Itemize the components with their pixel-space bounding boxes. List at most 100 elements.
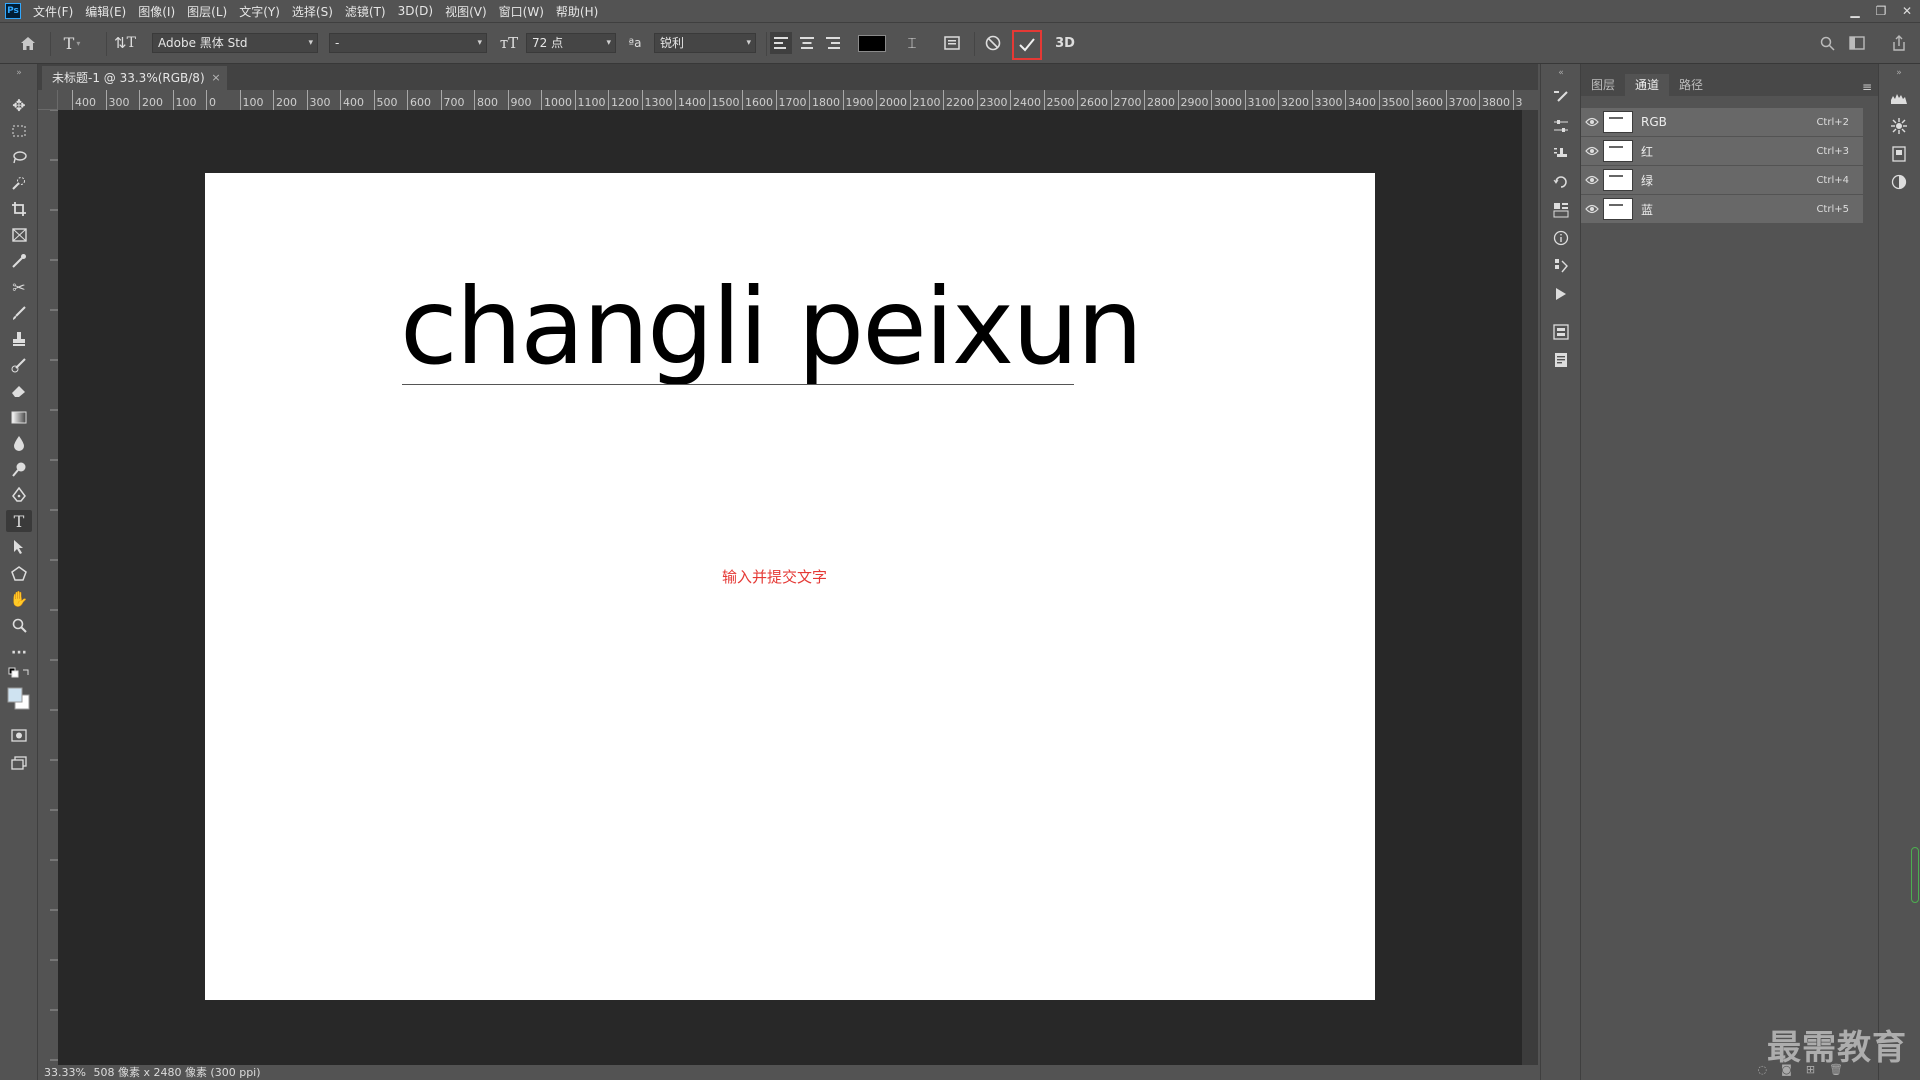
default-colors-icon[interactable] [6,666,32,680]
channel-row-green[interactable]: 绿 Ctrl+4 [1581,166,1863,194]
ruler-origin[interactable] [38,90,58,110]
tab-channels[interactable]: 通道 [1625,74,1670,96]
clone-source-icon[interactable] [1550,144,1572,164]
menu-view[interactable]: 视图(V) [439,3,493,20]
notes-icon[interactable] [1550,350,1572,370]
menu-filter[interactable]: 滤镜(T) [339,3,392,20]
3d-button[interactable]: 3D [1052,32,1078,54]
visibility-eye-icon[interactable] [1581,175,1603,185]
gradient-tool-icon[interactable] [6,406,32,428]
align-right-icon[interactable] [822,32,844,54]
close-tab-icon[interactable]: × [211,66,220,90]
channel-row-rgb[interactable]: RGB Ctrl+2 [1581,108,1863,136]
zoom-level[interactable]: 33.33% [44,1066,86,1079]
load-selection-icon[interactable]: ◌ [1758,1063,1768,1076]
text-color-swatch[interactable] [858,35,886,52]
info-icon[interactable] [1550,228,1572,248]
close-icon[interactable]: ✕ [1894,0,1920,22]
menu-window[interactable]: 窗口(W) [493,3,550,20]
cancel-icon[interactable] [980,32,1006,54]
visibility-eye-icon[interactable] [1581,146,1603,156]
history-icon[interactable] [1550,172,1572,192]
navigator-icon[interactable] [1888,116,1910,136]
tab-paths[interactable]: 路径 [1669,74,1713,96]
actions-play-icon[interactable] [1550,284,1572,304]
document-size[interactable]: 508 像素 x 2480 像素 (300 ppi) [93,1066,260,1079]
channel-row-red[interactable]: 红 Ctrl+3 [1581,137,1863,165]
collapse-icon[interactable]: « [1550,68,1572,78]
pen-tool-icon[interactable] [6,484,32,506]
menu-image[interactable]: 图像(I) [132,3,181,20]
align-center-icon[interactable] [796,32,818,54]
text-layer-content[interactable]: changli peixun [400,275,1143,380]
histogram-icon[interactable] [1888,88,1910,108]
home-icon[interactable] [16,32,40,54]
blur-tool-icon[interactable] [6,432,32,454]
lasso-tool-icon[interactable] [6,146,32,168]
commit-checkmark-button[interactable] [1012,30,1042,60]
align-left-icon[interactable] [770,32,792,54]
more-tools-icon[interactable]: ··· [6,642,32,664]
shape-tool-icon[interactable] [6,562,32,584]
properties-icon[interactable] [1550,200,1572,220]
clone-stamp-tool-icon[interactable] [6,328,32,350]
move-tool-icon[interactable]: ✥ [6,94,32,116]
zoom-tool-icon[interactable] [6,614,32,636]
crop-tool-icon[interactable] [6,198,32,220]
channel-row-blue[interactable]: 蓝 Ctrl+5 [1581,195,1863,223]
adjustments-icon[interactable] [1550,116,1572,136]
brush-settings-icon[interactable] [1550,88,1572,108]
type-tool-preset-icon[interactable]: T ▾ [58,32,86,54]
quick-mask-icon[interactable] [6,724,32,746]
eyedropper-tool-icon[interactable] [6,250,32,272]
vertical-scrollbar[interactable] [1522,110,1538,1065]
history-brush-tool-icon[interactable] [6,354,32,376]
menu-help[interactable]: 帮助(H) [550,3,604,20]
libraries-icon[interactable] [1550,322,1572,342]
foreground-background-colors[interactable] [6,684,32,714]
antialias-select[interactable]: 锐利 ▾ [654,33,756,53]
marquee-tool-icon[interactable] [6,120,32,142]
menu-3d[interactable]: 3D(D) [392,4,439,18]
healing-brush-tool-icon[interactable]: ✂ [6,276,32,298]
menu-layer[interactable]: 图层(L) [181,3,233,20]
visibility-eye-icon[interactable] [1581,204,1603,214]
text-orientation-icon[interactable]: ⇅ T [112,32,138,54]
path-selection-tool-icon[interactable] [6,536,32,558]
screen-mode-icon[interactable] [6,752,32,774]
panel-menu-icon[interactable]: ≡ [1862,80,1872,94]
swatches-icon[interactable] [1550,256,1572,276]
scroll-indicator[interactable] [1911,847,1919,903]
hand-tool-icon[interactable]: ✋ [6,588,32,610]
share-icon[interactable] [1888,32,1910,54]
menu-edit[interactable]: 编辑(E) [79,3,132,20]
menu-type[interactable]: 文字(Y) [233,3,286,20]
brush-tool-icon[interactable] [6,302,32,324]
workspace-icon[interactable] [1846,32,1868,54]
document-tab[interactable]: 未标题-1 @ 33.3%(RGB/8) × [42,66,227,90]
type-tool-icon[interactable]: T [6,510,32,532]
minimize-icon[interactable]: ▁ [1842,0,1868,22]
layer-comps-icon[interactable] [1888,144,1910,164]
restore-icon[interactable]: ❐ [1868,0,1894,22]
font-size-icon: ᴛT [499,34,519,52]
warp-text-icon[interactable]: ⌶ [900,32,924,54]
quick-selection-tool-icon[interactable] [6,172,32,194]
dodge-tool-icon[interactable] [6,458,32,480]
tab-layers[interactable]: 图层 [1581,74,1625,96]
canvas-area[interactable]: changli peixun 输入并提交文字 [58,110,1522,1065]
menu-select[interactable]: 选择(S) [286,3,339,20]
character-panel-icon[interactable] [940,32,964,54]
font-size-select[interactable]: 72 点 ▾ [526,33,616,53]
eraser-tool-icon[interactable] [6,380,32,402]
search-icon[interactable] [1816,32,1838,54]
document-canvas[interactable]: changli peixun 输入并提交文字 [205,173,1375,1000]
frame-tool-icon[interactable] [6,224,32,246]
visibility-eye-icon[interactable] [1581,117,1603,127]
color-icon[interactable] [1888,172,1910,192]
collapse-toolbar-icon[interactable]: » [6,68,32,78]
font-style-select[interactable]: - ▾ [329,33,487,53]
expand-icon[interactable]: » [1888,68,1910,78]
menu-file[interactable]: 文件(F) [27,3,79,20]
font-family-select[interactable]: Adobe 黑体 Std ▾ [152,33,318,53]
